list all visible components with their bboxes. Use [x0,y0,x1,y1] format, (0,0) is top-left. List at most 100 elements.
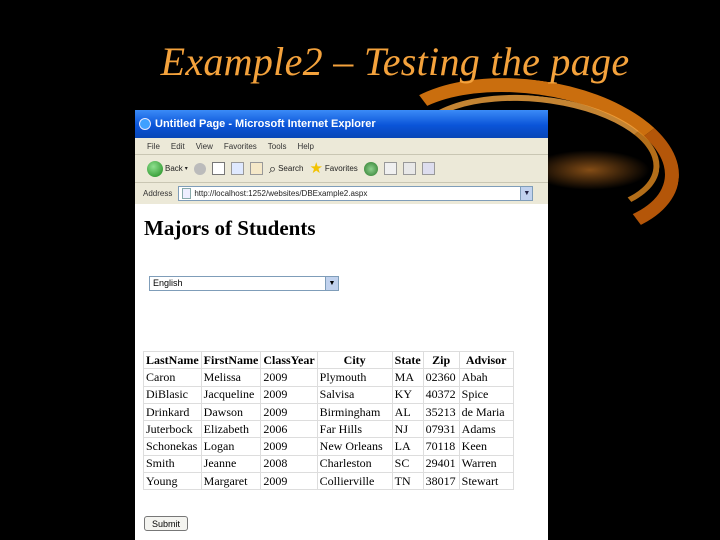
table-cell: Salvisa [316,385,393,404]
stop-icon[interactable] [211,162,225,175]
table-cell: DiBlasic [143,385,202,404]
table-cell: Logan [200,437,262,456]
table-cell: Elizabeth [200,420,262,439]
table-cell: KY [391,385,424,404]
home-icon[interactable] [249,162,263,175]
table-row: DiBlasic Jacqueline 2009 Salvisa KY 40372 Spic… [143,385,514,404]
star-icon: ★ [309,160,323,177]
table-cell: 2009 [260,385,318,404]
submit-button[interactable]: Submit [144,516,188,531]
table-cell: 02360 [422,368,460,387]
history-icon[interactable] [363,161,378,176]
table-cell: New Orleans [316,437,393,456]
table-cell: Abah [458,368,514,387]
table-cell: de Maria [458,402,514,422]
table-cell: 2006 [260,420,318,439]
table-row: Young Margaret 2009 Collierville TN 38017 Stew… [143,472,514,491]
table-cell: TN [391,472,424,491]
chevron-down-icon: ▾ [184,166,188,172]
table-cell: 38017 [422,472,460,491]
edit-icon[interactable] [421,162,435,175]
browser-toolbar: Back ▾ ⌕ Search ★ Favorites [135,155,548,183]
menu-help[interactable]: Help [297,142,313,151]
chevron-down-icon[interactable]: ▼ [325,277,338,290]
table-cell: AL [391,402,424,422]
table-cell: MA [391,368,424,387]
table-cell: 40372 [422,385,460,404]
column-header: ClassYear [260,350,318,370]
mail-icon[interactable] [383,162,397,175]
search-button[interactable]: ⌕ Search [269,161,304,177]
search-icon: ⌕ [268,160,277,176]
table-cell: 2009 [260,368,318,387]
internet-explorer-icon [139,118,151,130]
table-cell: Juterbock [143,420,202,439]
search-label: Search [278,164,304,173]
column-header: Zip [422,350,460,370]
table-cell: Charleston [316,454,393,474]
major-dropdown[interactable]: English ▼ [149,276,339,291]
table-cell: Far Hills [316,420,393,439]
table-cell: 2008 [260,454,318,474]
slide-title: Example2 – Testing the page [160,39,630,84]
table-cell: SC [391,454,424,474]
table-cell: Adams [458,420,514,439]
table-header-row: LastName FirstName ClassYear City State … [143,350,514,370]
table-cell: Plymouth [316,368,393,387]
table-cell: LA [391,437,424,456]
table-cell: Collierville [316,472,393,491]
print-icon[interactable] [402,162,416,175]
browser-window: Untitled Page - Microsoft Internet Explo… [135,110,548,540]
table-cell: Jeanne [200,454,262,474]
column-header: Advisor [458,350,514,370]
table-cell: 2009 [260,437,318,456]
page-icon [182,188,192,199]
address-label: Address [143,189,173,198]
students-table: LastName FirstName ClassYear City State … [143,350,514,491]
column-header: FirstName [200,350,262,370]
menu-view[interactable]: View [196,142,213,151]
chevron-down-icon[interactable]: ▼ [520,187,533,200]
column-header: State [391,350,424,370]
menu-file[interactable]: File [147,142,160,151]
table-row: Juterbock Elizabeth 2006 Far Hills NJ 07931 Ad… [143,420,514,439]
window-titlebar[interactable]: Untitled Page - Microsoft Internet Explo… [135,110,548,138]
table-cell: Schonekas [143,437,202,456]
table-cell: Melissa [200,368,262,387]
page-content: Majors of Students English ▼ LastName Fi… [135,204,548,540]
decorative-glow [530,150,650,190]
favorites-label: Favorites [324,164,358,173]
table-cell: Stewart [458,472,514,491]
page-heading: Majors of Students [144,216,316,240]
table-cell: 2009 [260,472,318,491]
address-value: http://localhost:1252/websites/DBExample… [194,189,368,198]
table-cell: Jacqueline [200,385,262,404]
table-row: Schonekas Logan 2009 New Orleans LA 70118 Keen [143,437,514,456]
table-cell: Dawson [200,402,262,422]
table-cell: Caron [143,368,202,387]
column-header: City [316,350,393,370]
table-cell: Drinkard [143,402,202,422]
table-cell: 2009 [260,402,318,422]
menu-favorites[interactable]: Favorites [224,142,257,151]
table-cell: NJ [391,420,424,439]
back-label: Back [165,164,183,173]
table-cell: Warren [458,454,514,474]
table-cell: Keen [458,437,514,456]
column-header: LastName [143,350,202,370]
table-row: Caron Melissa 2009 Plymouth MA 02360 Abah [143,368,514,387]
table-cell: 70118 [422,437,460,456]
address-field[interactable]: http://localhost:1252/websites/DBExample… [178,186,534,201]
refresh-icon[interactable] [230,162,244,175]
forward-arrow-icon[interactable] [193,162,206,175]
table-cell: Spice [458,385,514,404]
major-selected-value: English [153,278,183,288]
table-cell: Smith [143,454,202,474]
favorites-button[interactable]: ★ Favorites [309,161,357,176]
menu-edit[interactable]: Edit [171,142,185,151]
menu-bar: File Edit View Favorites Tools Help [135,138,548,155]
window-title: Untitled Page - Microsoft Internet Explo… [155,118,376,130]
menu-tools[interactable]: Tools [268,142,287,151]
back-button[interactable]: Back ▾ [147,160,188,177]
address-bar: Address http://localhost:1252/websites/D… [135,183,548,204]
